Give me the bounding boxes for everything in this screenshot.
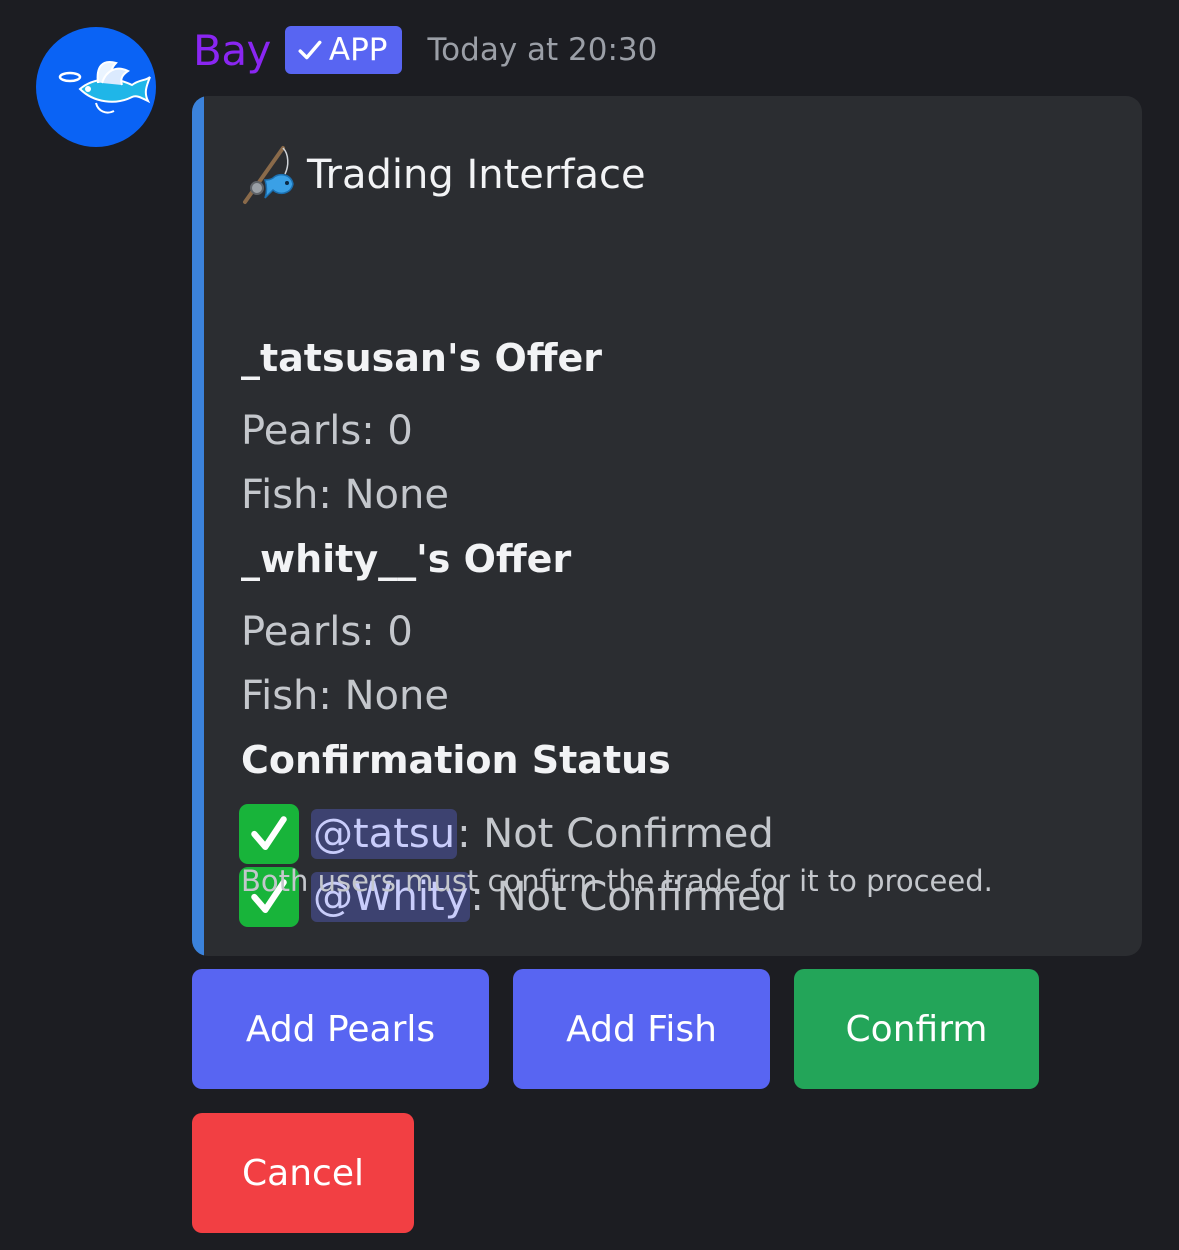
offer-heading: _tatsusan's Offer — [241, 336, 603, 380]
checkmark-icon — [298, 40, 322, 60]
offer-pearls: Pearls: 0 — [241, 408, 413, 454]
message-header: Bay APP Today at 20:30 — [193, 22, 657, 78]
embed-title: Trading Interface — [239, 144, 646, 206]
app-badge-label: APP — [328, 32, 388, 68]
embed-accent-bar — [192, 96, 204, 956]
add-fish-button[interactable]: Add Fish — [513, 969, 770, 1089]
bot-message: Bay APP Today at 20:30 Trading Interface — [0, 0, 1179, 1250]
offer-fish: Fish: None — [241, 472, 449, 518]
app-badge: APP — [284, 26, 402, 74]
add-pearls-button[interactable]: Add Pearls — [192, 969, 489, 1089]
offer-heading: _whity__'s Offer — [241, 537, 572, 581]
status-text: : Not Confirmed — [457, 811, 774, 857]
cancel-button[interactable]: Cancel — [192, 1113, 414, 1233]
bot-avatar[interactable] — [36, 27, 156, 147]
confirm-button[interactable]: Confirm — [794, 969, 1039, 1089]
white-check-mark-icon — [239, 804, 299, 864]
offer-fish: Fish: None — [241, 673, 449, 719]
trade-embed: Trading Interface _tatsusan's Offer Pear… — [192, 96, 1142, 956]
embed-footer: Both users must confirm the trade for it… — [241, 864, 993, 898]
message-timestamp: Today at 20:30 — [427, 32, 658, 68]
status-line: @tatsu: Not Confirmed — [239, 804, 774, 864]
fishing-pole-icon — [243, 146, 294, 204]
flying-fish-icon — [58, 61, 151, 114]
offer-pearls: Pearls: 0 — [241, 609, 413, 655]
user-mention[interactable]: @tatsu — [311, 809, 458, 859]
confirmation-status-heading: Confirmation Status — [241, 738, 671, 782]
author-username[interactable]: Bay — [193, 26, 271, 75]
embed-title-text: Trading Interface — [307, 152, 646, 198]
